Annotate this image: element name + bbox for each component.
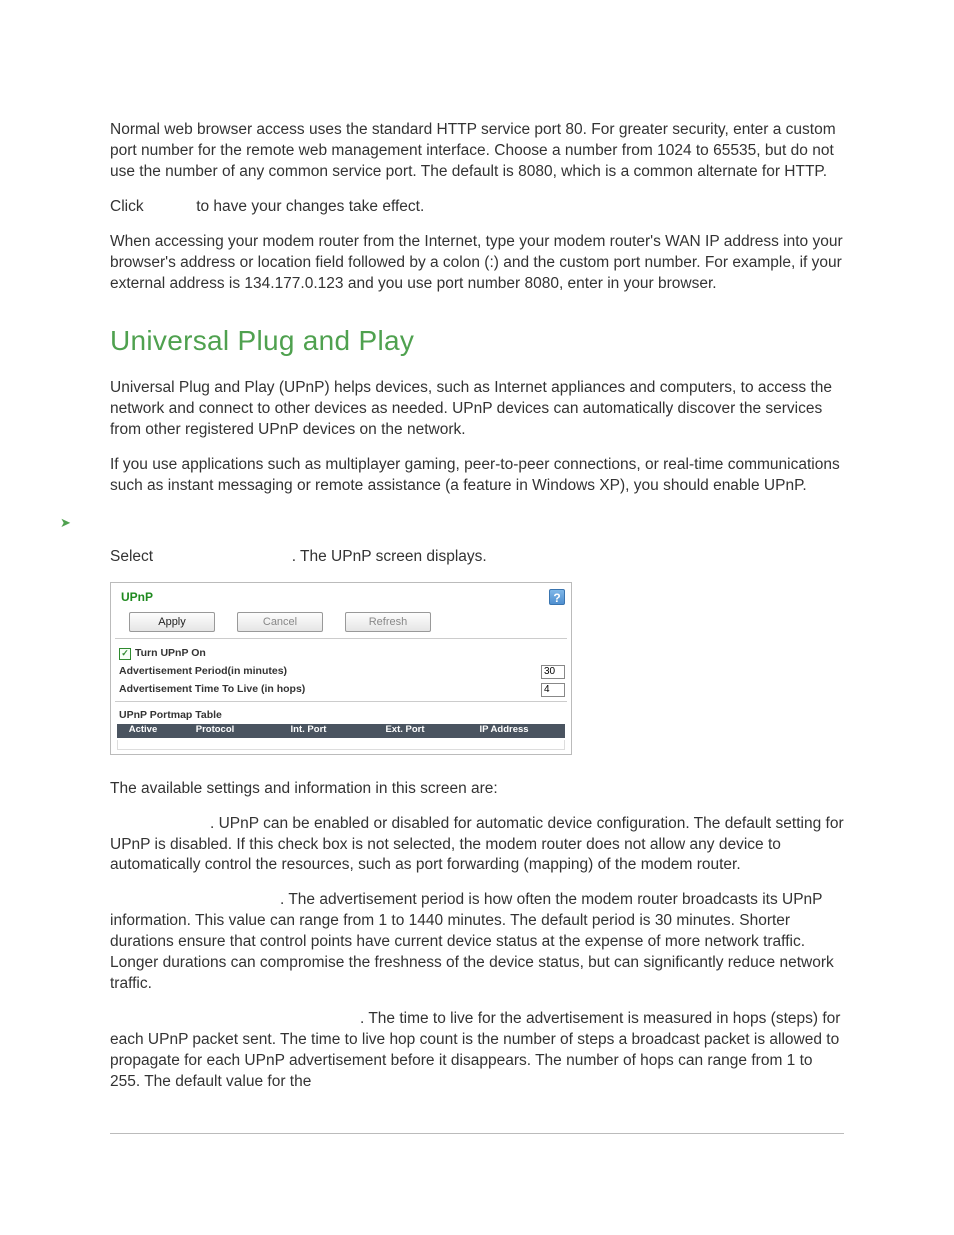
panel-title: UPnP [121,589,153,605]
upnp-intro-paragraph-1: Universal Plug and Play (UPnP) helps dev… [110,378,844,441]
adv-ttl-input[interactable] [541,683,565,697]
intro-paragraph-2: Click to have your changes take effect. [110,197,844,218]
step-select-line: Select . The UPnP screen displays. [110,547,844,568]
intro-paragraph-3: When accessing your modem router from th… [110,232,844,295]
portmap-table-header: Active Protocol Int. Port Ext. Port IP A… [117,724,565,738]
adv-ttl-label: Advertisement Time To Live (in hops) [119,682,305,696]
adv-period-description: . The advertisement period is how often … [110,890,844,995]
step-select-suffix: . The UPnP screen displays. [292,548,487,565]
step-select-prefix: Select [110,548,157,565]
turn-upnp-on-checkbox[interactable]: ✓ [119,648,131,660]
col-int-port: Int. Port [261,724,356,737]
available-settings-line: The available settings and information i… [110,779,844,800]
adv-ttl-description: . The time to live for the advertisement… [110,1009,844,1093]
adv-period-input[interactable] [541,665,565,679]
section-title-upnp: Universal Plug and Play [110,322,844,360]
cancel-button[interactable]: Cancel [237,612,323,632]
click-suffix: to have your changes take effect. [196,198,424,215]
help-icon[interactable]: ? [549,589,565,605]
click-prefix: Click [110,198,148,215]
portmap-table-body-empty [117,740,565,750]
procedure-bullet: ➤ [60,511,844,532]
adv-period-label: Advertisement Period(in minutes) [119,664,287,678]
col-ip-address: IP Address [454,724,554,737]
portmap-table-title: UPnP Portmap Table [111,702,571,724]
col-ext-port: Ext. Port [356,724,454,737]
page-footer-rule [110,1133,844,1134]
col-protocol: Protocol [169,724,261,737]
refresh-button[interactable]: Refresh [345,612,431,632]
turn-upnp-on-label: Turn UPnP On [135,646,206,660]
upnp-intro-paragraph-2: If you use applications such as multipla… [110,455,844,497]
apply-button[interactable]: Apply [129,612,215,632]
upnp-config-panel: UPnP ? Apply Cancel Refresh ✓ Turn UPnP … [110,582,572,754]
turn-upnp-on-description: . UPnP can be enabled or disabled for au… [110,814,844,877]
intro-paragraph-1: Normal web browser access uses the stand… [110,120,844,183]
col-active: Active [117,724,169,737]
arrow-icon: ➤ [60,514,71,532]
